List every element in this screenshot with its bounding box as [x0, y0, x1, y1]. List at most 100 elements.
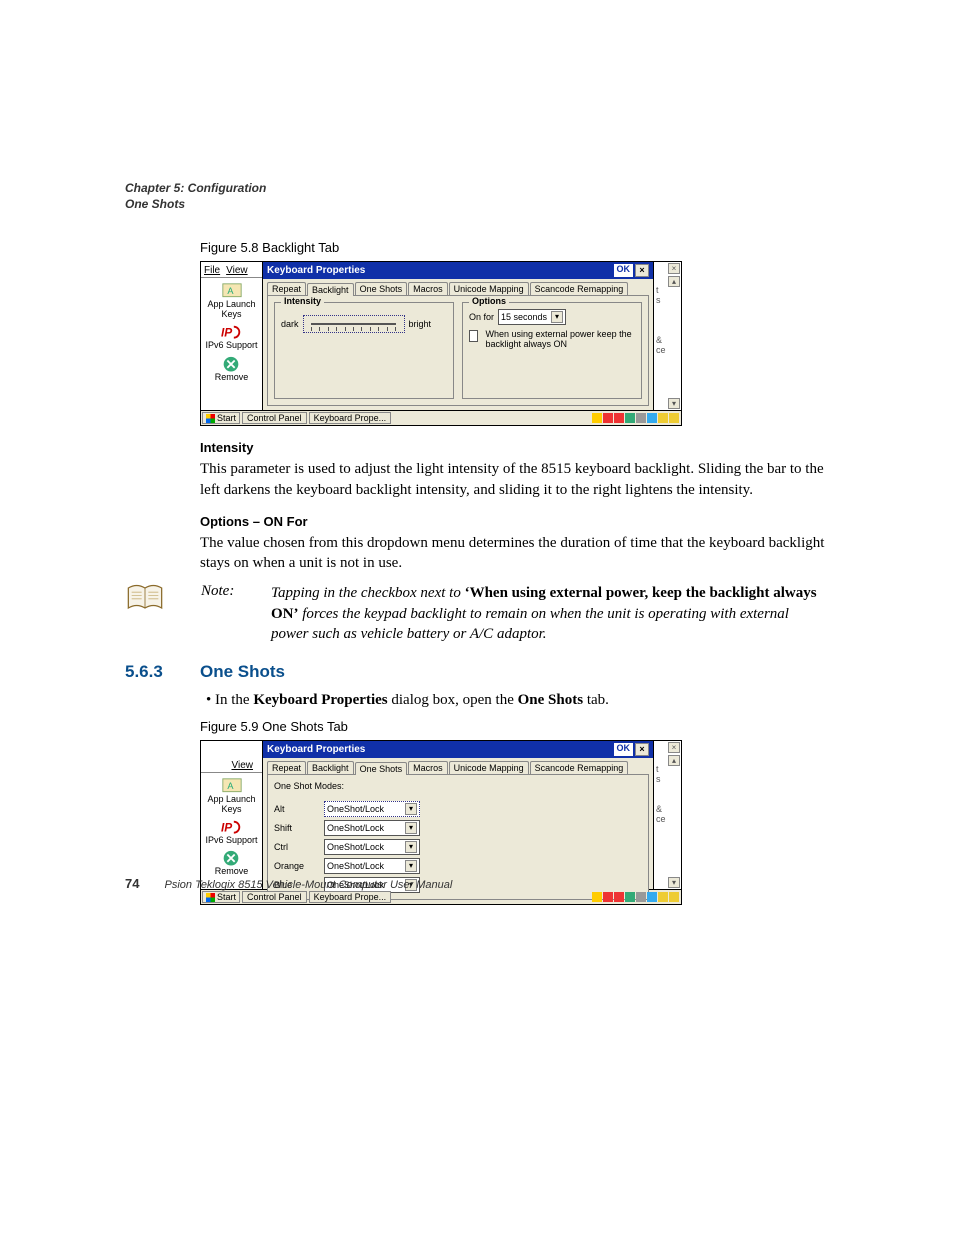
ok-button[interactable]: OK — [614, 743, 634, 756]
desktop-column: View A App Launch Keys IP IPv6 Support R… — [200, 740, 262, 890]
note-block: Note: Tapping in the checkbox next to ‘W… — [125, 583, 829, 644]
tray-icon[interactable] — [636, 413, 646, 423]
tab-unicode-mapping[interactable]: Unicode Mapping — [449, 761, 529, 774]
row-alt-dropdown[interactable]: OneShot/Lock▾ — [324, 801, 420, 817]
tray-icon[interactable] — [614, 413, 624, 423]
options-on-for-heading: Options – ON For — [200, 514, 829, 529]
row-shift-label: Shift — [274, 823, 324, 833]
menu-view[interactable]: View — [226, 265, 248, 276]
on-for-label: On for — [469, 312, 494, 322]
scroll-down-icon[interactable]: ▾ — [668, 877, 680, 888]
tray-icon[interactable] — [603, 413, 613, 423]
external-power-checkbox[interactable] — [469, 330, 478, 342]
menu-bar[interactable]: View — [201, 759, 262, 773]
tab-scancode-remapping[interactable]: Scancode Remapping — [530, 282, 629, 295]
tray-icon[interactable] — [592, 892, 602, 902]
tab-backlight[interactable]: Backlight — [307, 283, 354, 296]
app-launch-keys-icon[interactable]: A App Launch Keys — [201, 777, 262, 814]
taskbar-keyboard-properties[interactable]: Keyboard Prope... — [309, 412, 392, 424]
note-label: Note: — [175, 583, 271, 600]
taskbar-keyboard-properties[interactable]: Keyboard Prope... — [309, 891, 392, 903]
book-icon — [125, 583, 175, 618]
tab-one-shots[interactable]: One Shots — [355, 282, 408, 295]
tray-icon[interactable] — [625, 892, 635, 902]
close-icon[interactable]: × — [668, 742, 680, 753]
tray-icon[interactable] — [658, 892, 668, 902]
system-tray[interactable] — [592, 892, 681, 902]
tray-icon[interactable] — [669, 892, 679, 902]
tray-icon[interactable] — [636, 892, 646, 902]
tray-icon[interactable] — [603, 892, 613, 902]
section-number: 5.6.3 — [125, 662, 200, 682]
close-icon[interactable]: × — [668, 263, 680, 274]
tray-icon[interactable] — [625, 413, 635, 423]
tab-strip: Repeat Backlight One Shots Macros Unicod… — [263, 758, 653, 774]
keyboard-properties-dialog: Keyboard Properties OK × Repeat Backligh… — [262, 740, 654, 890]
remove-icon[interactable]: Remove — [215, 355, 249, 382]
row-ctrl-label: Ctrl — [274, 842, 324, 852]
row-orange-label: Orange — [274, 861, 324, 871]
intensity-paragraph: This parameter is used to adjust the lig… — [200, 459, 829, 500]
tab-scancode-remapping[interactable]: Scancode Remapping — [530, 761, 629, 774]
close-icon[interactable]: × — [635, 743, 649, 756]
tray-icon[interactable] — [592, 413, 602, 423]
options-on-for-paragraph: The value chosen from this dropdown menu… — [200, 533, 829, 574]
dialog-titlebar[interactable]: Keyboard Properties OK × — [263, 262, 653, 279]
instruction-bullet: In the Keyboard Properties dialog box, o… — [220, 692, 829, 709]
tray-icon[interactable] — [647, 413, 657, 423]
bright-label: bright — [409, 319, 432, 329]
svg-text:IP: IP — [221, 821, 232, 835]
tab-repeat[interactable]: Repeat — [267, 761, 306, 774]
intensity-slider[interactable] — [303, 315, 405, 333]
scroll-up-icon[interactable]: ▴ — [668, 276, 680, 287]
row-alt-label: Alt — [274, 804, 324, 814]
dialog-title: Keyboard Properties — [267, 744, 365, 755]
figure-5-8-screenshot: File View A App Launch Keys IP IPv6 Suppo… — [200, 261, 682, 426]
dialog-titlebar[interactable]: Keyboard Properties OK × — [263, 741, 653, 758]
options-legend: Options — [469, 296, 509, 306]
start-button[interactable]: Start — [202, 412, 240, 424]
row-ctrl-dropdown[interactable]: OneShot/Lock▾ — [324, 839, 420, 855]
keyboard-properties-dialog: Keyboard Properties OK × Repeat Backligh… — [262, 261, 654, 411]
windows-flag-icon — [206, 414, 215, 423]
tab-unicode-mapping[interactable]: Unicode Mapping — [449, 282, 529, 295]
tab-macros[interactable]: Macros — [408, 761, 448, 774]
ipv6-support-icon[interactable]: IP IPv6 Support — [205, 323, 257, 350]
page-number: 74 — [125, 876, 139, 891]
row-shift-dropdown[interactable]: OneShot/Lock▾ — [324, 820, 420, 836]
tray-icon[interactable] — [647, 892, 657, 902]
on-for-dropdown[interactable]: 15 seconds ▾ — [498, 309, 566, 325]
app-launch-keys-icon[interactable]: A App Launch Keys — [201, 282, 262, 319]
system-tray[interactable] — [592, 413, 681, 423]
tab-backlight[interactable]: Backlight — [307, 761, 354, 774]
windows-flag-icon — [206, 893, 215, 902]
remove-icon[interactable]: Remove — [215, 849, 249, 876]
tray-icon[interactable] — [658, 413, 668, 423]
tab-repeat[interactable]: Repeat — [267, 282, 306, 295]
menu-bar[interactable]: File View — [201, 264, 262, 278]
dialog-title: Keyboard Properties — [267, 265, 365, 276]
tab-one-shots[interactable]: One Shots — [355, 762, 408, 775]
background-window-edge: × ▴ ts&ce ▾ — [654, 740, 682, 890]
section-title: One Shots — [200, 662, 285, 682]
ok-button[interactable]: OK — [614, 264, 634, 277]
tab-macros[interactable]: Macros — [408, 282, 448, 295]
taskbar-control-panel[interactable]: Control Panel — [242, 412, 307, 424]
row-orange-dropdown[interactable]: OneShot/Lock▾ — [324, 858, 420, 874]
start-button[interactable]: Start — [202, 891, 240, 903]
external-power-label: When using external power keep the backl… — [486, 329, 636, 349]
options-group: Options On for 15 seconds ▾ When using e… — [462, 302, 642, 399]
section-line: One Shots — [125, 196, 829, 212]
menu-file[interactable]: File — [204, 265, 220, 276]
menu-view[interactable]: View — [232, 760, 254, 771]
page-footer: 74 Psion Teklogix 8515 Vehicle-Mount Com… — [125, 876, 452, 891]
ipv6-support-icon[interactable]: IP IPv6 Support — [205, 818, 257, 845]
scroll-down-icon[interactable]: ▾ — [668, 398, 680, 409]
scroll-up-icon[interactable]: ▴ — [668, 755, 680, 766]
chevron-down-icon: ▾ — [405, 822, 417, 834]
close-icon[interactable]: × — [635, 264, 649, 277]
taskbar-control-panel[interactable]: Control Panel — [242, 891, 307, 903]
tray-icon[interactable] — [614, 892, 624, 902]
desktop-column: File View A App Launch Keys IP IPv6 Suppo… — [200, 261, 262, 411]
tray-icon[interactable] — [669, 413, 679, 423]
